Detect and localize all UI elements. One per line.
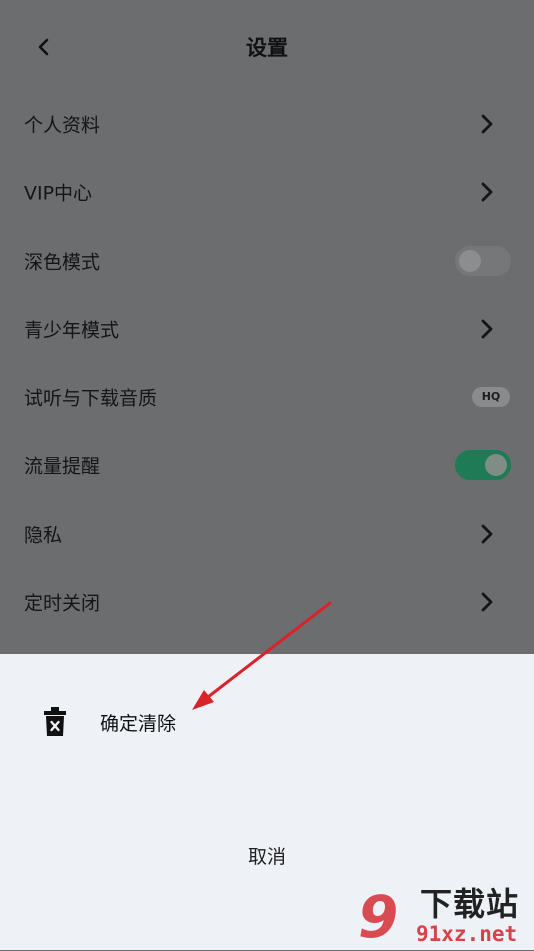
setting-row-data-reminder: 流量提醒 [0, 431, 534, 499]
confirm-clear-label: 确定清除 [100, 713, 177, 735]
setting-label: 青少年模式 [24, 319, 120, 342]
setting-row-teen-mode[interactable]: 青少年模式 [0, 295, 534, 363]
watermark-text: 下载站 [420, 885, 520, 923]
quality-badge: HQ [472, 387, 510, 407]
page-title: 设置 [246, 36, 288, 60]
setting-row-dark-mode: 深色模式 [0, 227, 534, 295]
chevron-right-icon [481, 592, 493, 612]
header: 设置 [0, 0, 534, 96]
setting-row-vip[interactable]: VIP中心 [0, 158, 534, 226]
chevron-right-icon [481, 114, 493, 134]
confirm-clear-button[interactable]: 确定清除 [0, 690, 534, 754]
setting-row-privacy[interactable]: 隐私 [0, 500, 534, 568]
setting-row-profile[interactable]: 个人资料 [0, 90, 534, 158]
watermark-url: 91xz.net [416, 922, 518, 946]
watermark-mark: 9 [358, 883, 399, 951]
setting-row-audio-quality[interactable]: 试听与下载音质 HQ [0, 363, 534, 431]
setting-label: 试听与下载音质 [24, 387, 158, 410]
cancel-button[interactable]: 取消 [0, 842, 534, 869]
dark-mode-toggle[interactable] [455, 246, 511, 276]
trash-icon [44, 707, 66, 736]
toggle-knob [459, 250, 481, 272]
data-reminder-toggle[interactable] [455, 450, 511, 480]
chevron-right-icon [481, 319, 493, 339]
setting-label: 隐私 [24, 524, 63, 547]
watermark-logo: 9 下载站 91xz.net [358, 886, 528, 948]
setting-label: 流量提醒 [24, 455, 101, 478]
setting-label: 定时关闭 [24, 592, 101, 615]
chevron-right-icon [481, 524, 493, 544]
setting-label: 个人资料 [24, 114, 101, 137]
setting-row-sleep-timer[interactable]: 定时关闭 [0, 568, 534, 636]
settings-screen: 设置 个人资料 VIP中心 深色模式 青少年模式 试听与下载音质 HQ 流量提醒… [0, 0, 534, 950]
setting-label: 深色模式 [24, 251, 101, 274]
setting-label: VIP中心 [24, 182, 93, 205]
toggle-knob [485, 454, 507, 476]
chevron-right-icon [481, 182, 493, 202]
